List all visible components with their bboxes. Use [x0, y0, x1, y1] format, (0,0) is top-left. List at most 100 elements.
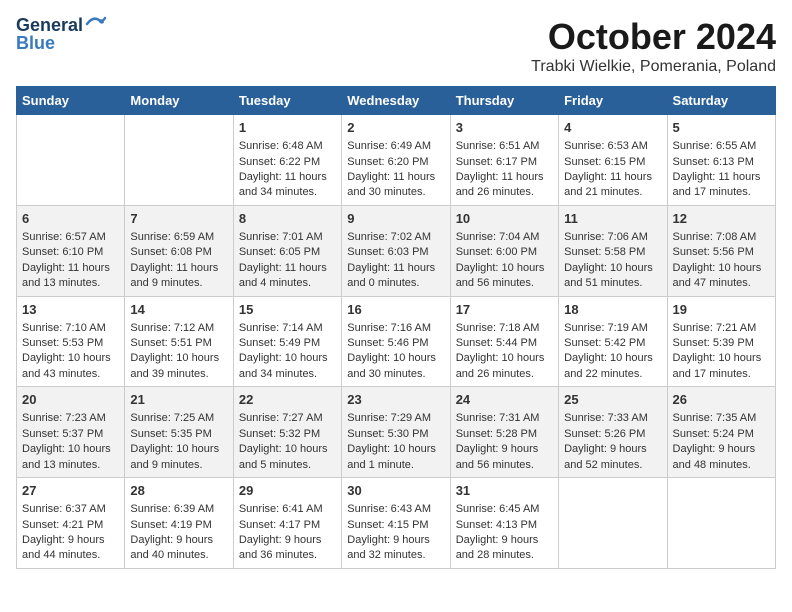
daylight-text: Daylight: 10 hours and 13 minutes.	[22, 443, 111, 470]
sunset-text: Sunset: 4:19 PM	[130, 519, 211, 531]
daylight-text: Daylight: 10 hours and 26 minutes.	[456, 352, 545, 379]
day-number: 9	[347, 210, 444, 228]
calendar-cell: 10Sunrise: 7:04 AMSunset: 6:00 PMDayligh…	[450, 205, 558, 296]
daylight-text: Daylight: 9 hours and 40 minutes.	[130, 534, 213, 561]
daylight-text: Daylight: 11 hours and 4 minutes.	[239, 262, 327, 289]
sunrise-text: Sunrise: 7:23 AM	[22, 412, 106, 424]
day-number: 22	[239, 391, 336, 409]
calendar-cell: 27Sunrise: 6:37 AMSunset: 4:21 PMDayligh…	[17, 478, 125, 569]
sunrise-text: Sunrise: 7:01 AM	[239, 231, 323, 243]
sunset-text: Sunset: 6:22 PM	[239, 156, 320, 168]
daylight-text: Daylight: 9 hours and 36 minutes.	[239, 534, 322, 561]
calendar-week-row: 1 Sunrise: 6:48 AM Sunset: 6:22 PM Daylight…	[17, 115, 776, 206]
sunrise-text: Sunrise: 6:57 AM	[22, 231, 106, 243]
location-text: Trabki Wielkie, Pomerania, Poland	[531, 58, 776, 76]
weekday-header: Sunday	[17, 87, 125, 115]
day-number: 20	[22, 391, 119, 409]
day-number: 12	[673, 210, 770, 228]
sunrise-text: Sunrise: 6:39 AM	[130, 503, 214, 515]
calendar-cell: 21Sunrise: 7:25 AMSunset: 5:35 PMDayligh…	[125, 387, 233, 478]
sunset-text: Sunset: 4:17 PM	[239, 519, 320, 531]
sunset-text: Sunset: 5:56 PM	[673, 246, 754, 258]
sunrise-text: Sunrise: 6:41 AM	[239, 503, 323, 515]
sunrise-text: Sunrise: 7:19 AM	[564, 322, 648, 334]
daylight-text: Daylight: 9 hours and 32 minutes.	[347, 534, 430, 561]
calendar-cell: 23Sunrise: 7:29 AMSunset: 5:30 PMDayligh…	[342, 387, 450, 478]
sunrise-text: Sunrise: 7:16 AM	[347, 322, 431, 334]
sunset-text: Sunset: 5:30 PM	[347, 428, 428, 440]
calendar-week-row: 13 Sunrise: 7:10 AM Sunset: 5:53 PM Dayligh…	[17, 296, 776, 387]
daylight-text: Daylight: 9 hours and 44 minutes.	[22, 534, 105, 561]
day-number: 11	[564, 210, 661, 228]
sunrise-text: Sunrise: 6:48 AM	[239, 140, 323, 152]
sunset-text: Sunset: 5:35 PM	[130, 428, 211, 440]
calendar-cell	[17, 115, 125, 206]
page-header: General Blue October 2024 Trabki Wielkie…	[16, 16, 776, 76]
daylight-text: Daylight: 10 hours and 30 minutes.	[347, 352, 436, 379]
calendar-cell: 22Sunrise: 7:27 AMSunset: 5:32 PMDayligh…	[233, 387, 341, 478]
sunrise-text: Sunrise: 6:49 AM	[347, 140, 431, 152]
weekday-header: Tuesday	[233, 87, 341, 115]
day-number: 30	[347, 482, 444, 500]
sunrise-text: Sunrise: 7:10 AM	[22, 322, 106, 334]
sunset-text: Sunset: 5:53 PM	[22, 337, 103, 349]
calendar-cell: 5Sunrise: 6:55 AMSunset: 6:13 PMDaylight…	[667, 115, 775, 206]
calendar-week-row: 27Sunrise: 6:37 AMSunset: 4:21 PMDayligh…	[17, 478, 776, 569]
daylight-text: Daylight: 11 hours and 34 minutes.	[239, 171, 327, 198]
day-number: 29	[239, 482, 336, 500]
calendar-week-row: 6 Sunrise: 6:57 AM Sunset: 6:10 PM Daylight…	[17, 205, 776, 296]
calendar-cell: 15Sunrise: 7:14 AMSunset: 5:49 PMDayligh…	[233, 296, 341, 387]
sunrise-text: Sunrise: 7:08 AM	[673, 231, 757, 243]
day-number: 25	[564, 391, 661, 409]
logo-bird-icon	[85, 14, 107, 32]
sunset-text: Sunset: 5:51 PM	[130, 337, 211, 349]
sunrise-text: Sunrise: 7:14 AM	[239, 322, 323, 334]
sunset-text: Sunset: 6:15 PM	[564, 156, 645, 168]
daylight-text: Daylight: 10 hours and 17 minutes.	[673, 352, 762, 379]
logo-general-text: General	[16, 16, 83, 34]
daylight-text: Daylight: 10 hours and 5 minutes.	[239, 443, 328, 470]
sunrise-text: Sunrise: 7:21 AM	[673, 322, 757, 334]
calendar-cell	[667, 478, 775, 569]
calendar-cell: 12Sunrise: 7:08 AMSunset: 5:56 PMDayligh…	[667, 205, 775, 296]
day-number: 1	[239, 119, 336, 137]
weekday-header: Thursday	[450, 87, 558, 115]
daylight-text: Daylight: 11 hours and 13 minutes.	[22, 262, 110, 289]
calendar-week-row: 20Sunrise: 7:23 AMSunset: 5:37 PMDayligh…	[17, 387, 776, 478]
calendar-cell: 7Sunrise: 6:59 AMSunset: 6:08 PMDaylight…	[125, 205, 233, 296]
daylight-text: Daylight: 11 hours and 26 minutes.	[456, 171, 544, 198]
sunrise-text: Sunrise: 6:45 AM	[456, 503, 540, 515]
sunset-text: Sunset: 5:44 PM	[456, 337, 537, 349]
calendar-cell: 20Sunrise: 7:23 AMSunset: 5:37 PMDayligh…	[17, 387, 125, 478]
day-number: 15	[239, 301, 336, 319]
daylight-text: Daylight: 10 hours and 1 minute.	[347, 443, 436, 470]
sunrise-text: Sunrise: 7:06 AM	[564, 231, 648, 243]
day-number: 17	[456, 301, 553, 319]
day-number: 13	[22, 301, 119, 319]
calendar-cell: 30Sunrise: 6:43 AMSunset: 4:15 PMDayligh…	[342, 478, 450, 569]
daylight-text: Daylight: 9 hours and 28 minutes.	[456, 534, 539, 561]
day-number: 27	[22, 482, 119, 500]
sunset-text: Sunset: 6:10 PM	[22, 246, 103, 258]
calendar-cell: 4Sunrise: 6:53 AMSunset: 6:15 PMDaylight…	[559, 115, 667, 206]
daylight-text: Daylight: 10 hours and 51 minutes.	[564, 262, 653, 289]
calendar-cell: 25Sunrise: 7:33 AMSunset: 5:26 PMDayligh…	[559, 387, 667, 478]
calendar-cell: 13Sunrise: 7:10 AMSunset: 5:53 PMDayligh…	[17, 296, 125, 387]
day-number: 4	[564, 119, 661, 137]
weekday-header: Friday	[559, 87, 667, 115]
sunset-text: Sunset: 5:42 PM	[564, 337, 645, 349]
sunset-text: Sunset: 6:05 PM	[239, 246, 320, 258]
day-number: 6	[22, 210, 119, 228]
sunset-text: Sunset: 5:46 PM	[347, 337, 428, 349]
day-number: 10	[456, 210, 553, 228]
daylight-text: Daylight: 11 hours and 0 minutes.	[347, 262, 435, 289]
sunrise-text: Sunrise: 6:53 AM	[564, 140, 648, 152]
calendar-cell	[559, 478, 667, 569]
day-number: 19	[673, 301, 770, 319]
sunset-text: Sunset: 6:17 PM	[456, 156, 537, 168]
day-number: 26	[673, 391, 770, 409]
sunrise-text: Sunrise: 6:55 AM	[673, 140, 757, 152]
sunset-text: Sunset: 5:58 PM	[564, 246, 645, 258]
daylight-text: Daylight: 11 hours and 17 minutes.	[673, 171, 761, 198]
sunrise-text: Sunrise: 7:27 AM	[239, 412, 323, 424]
